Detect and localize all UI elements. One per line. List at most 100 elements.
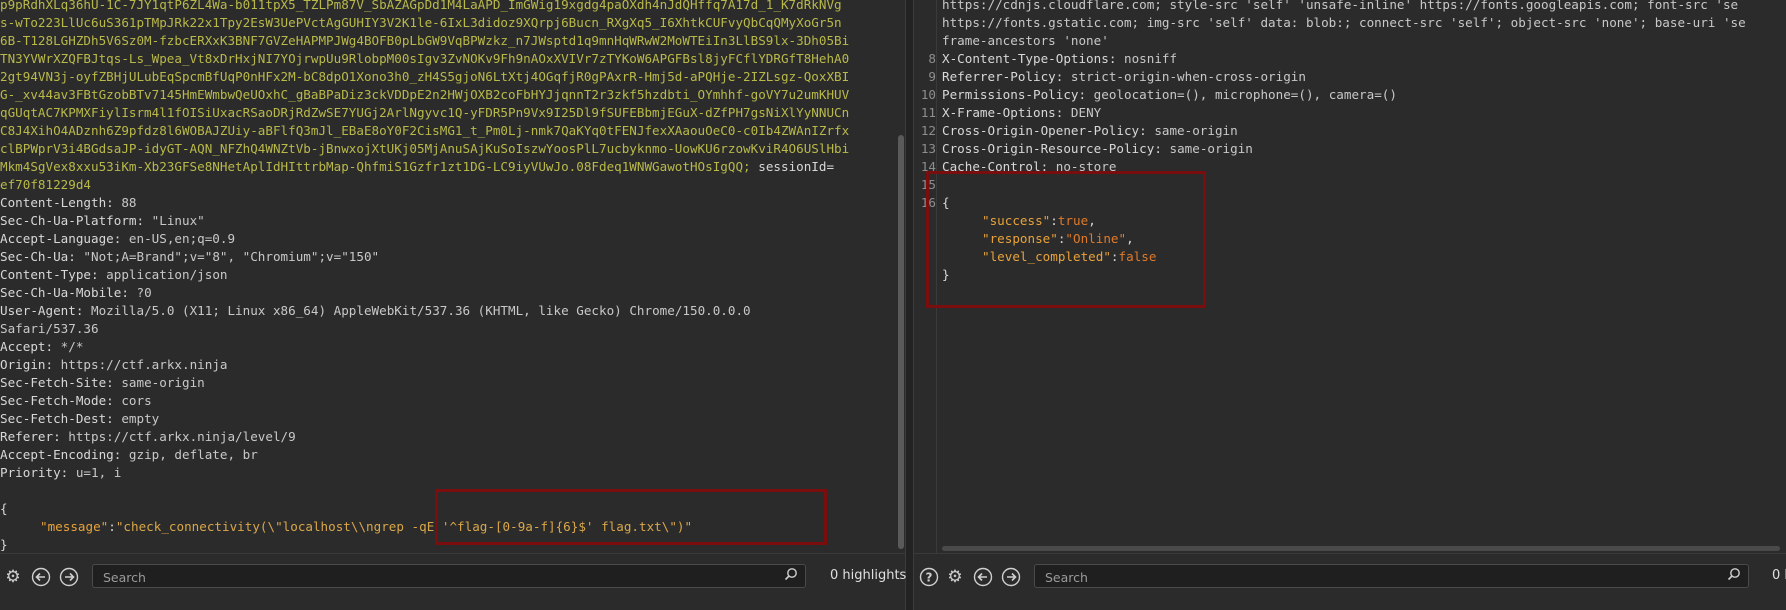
search-icon[interactable] [1726, 567, 1742, 585]
header-line: Sec-Ch-Ua-Platform: "Linux" [0, 213, 205, 228]
header-value: DENY [1070, 105, 1102, 120]
header-name: User-Agent [0, 303, 76, 318]
header-value: same-origin [1154, 123, 1238, 138]
arrow-left-icon[interactable] [31, 567, 51, 587]
header-name: Accept-Encoding [0, 447, 114, 462]
line-text: frame-ancestors 'none' [942, 32, 1109, 50]
line-number: 12 [920, 123, 936, 138]
header-line: Sec-Ch-Ua-Mobile: ?0 [0, 285, 152, 300]
arrow-left-icon[interactable] [973, 567, 993, 587]
header-name: X-Content-Type-Options [942, 51, 1109, 66]
highlight-box-request [435, 489, 827, 545]
response-search-box [1034, 564, 1749, 588]
header-line: Origin: https://ctf.arkx.ninja [0, 357, 228, 372]
header-name: X-Frame-Options [942, 105, 1056, 120]
cookie-line: clBPWprV3i4BGdsaJP-idyGT-AQN_NFZhQ4WNZtV… [0, 140, 905, 158]
response-header-line: 13 Cross-Origin-Resource-Policy: same-ori… [914, 140, 1786, 158]
pane-splitter[interactable] [905, 0, 914, 610]
request-search-input[interactable] [101, 567, 777, 587]
header-name: Cross-Origin-Resource-Policy [942, 141, 1155, 156]
request-search-box [92, 564, 806, 588]
header-name: Sec-Ch-Ua-Platform [0, 213, 137, 228]
response-search-input[interactable] [1043, 567, 1720, 587]
highlight-box-response [926, 171, 1206, 308]
response-highlight-count: 0 h [1772, 568, 1786, 583]
header-name: Referer [0, 429, 54, 444]
cookie-line: 6B-T128LGHZDh5V6Sz0M-fzbcERXxK3BNF7GVZeH… [0, 32, 905, 50]
header-value: empty [121, 411, 160, 426]
json-brace: } [0, 537, 8, 552]
session-id-line: ef70f81229d4 [0, 176, 905, 194]
cookie-token: s-wTo223LlUc6uS361pTMpJRk22x1Tpy2EsW3UeP… [0, 15, 842, 30]
line-number: 13 [920, 141, 936, 156]
header-value: https://ctf.arkx.ninja/level/9 [68, 429, 296, 444]
cookie-token: TN3YVWrXZQFBJtqs-Ls_Wpea_Vt8xDrHxjNI7YOj… [0, 51, 850, 66]
header-line: Referer: https://ctf.arkx.ninja/level/9 [0, 429, 296, 444]
header-name: Sec-Ch-Ua [0, 249, 69, 264]
line-text: X-Content-Type-Options: nosniff [942, 51, 1178, 66]
header-name: Sec-Fetch-Mode [0, 393, 107, 408]
header-value: cors [121, 393, 152, 408]
csp-line: frame-ancestors 'none' [914, 32, 1786, 50]
response-header-line: 9 Referrer-Policy: strict-origin-when-cro… [914, 68, 1786, 86]
header-name: Priority [0, 465, 61, 480]
cookie-token: C8J4XihO4ADznh6Z9pfdz8l6WOBAJZUiy-aBFlfQ… [0, 123, 850, 138]
header-line: Content-Type: application/json [0, 267, 228, 282]
arrow-right-icon[interactable] [59, 567, 79, 587]
gear-icon[interactable]: ⚙ [945, 567, 965, 587]
request-editor[interactable]: p9pRdhXLq36hU-1C-7JY1qtP6ZL4Wa-b011tpX5_… [0, 0, 905, 553]
request-vertical-scrollbar[interactable] [898, 135, 904, 549]
header-value: Safari/537.36 [0, 321, 99, 336]
header-line: User-Agent: Mozilla/5.0 (X11; Linux x86_… [0, 303, 751, 318]
csp-line: https://cdnjs.cloudflare.com; style-src … [914, 0, 1786, 14]
arrow-right-icon[interactable] [1001, 567, 1021, 587]
line-number: 10 [920, 87, 936, 102]
cookie-line: TN3YVWrXZQFBJtqs-Ls_Wpea_Vt8xDrHxjNI7YOj… [0, 50, 905, 68]
header-line: Priority: u=1, i [0, 465, 122, 480]
response-editor[interactable]: https://cdnjs.cloudflare.com; style-src … [914, 0, 1786, 553]
header-name: Origin [0, 357, 46, 372]
cookie-token: clBPWprV3i4BGdsaJP-idyGT-AQN_NFZhQ4WNZtV… [0, 141, 850, 156]
header-name: Accept [0, 339, 46, 354]
header-line: Sec-Fetch-Site: same-origin [0, 375, 205, 390]
header-value: https://ctf.arkx.ninja [60, 357, 228, 372]
response-horizontal-scrollbar[interactable] [942, 546, 1780, 551]
header-value: en-US,en;q=0.9 [128, 231, 236, 246]
session-id-value: ef70f81229d4 [0, 177, 91, 192]
gear-icon[interactable]: ⚙ [3, 567, 23, 587]
json-brace: { [0, 501, 8, 516]
header-line: Sec-Fetch-Dest: empty [0, 411, 160, 426]
response-header-line: 10 Permissions-Policy: geolocation=(), mi… [914, 86, 1786, 104]
header-name: Sec-Ch-Ua-Mobile [0, 285, 122, 300]
header-name: Accept-Language [0, 231, 114, 246]
user-agent-continuation: Safari/537.36 [0, 320, 905, 338]
request-highlight-count: 0 highlights [830, 568, 907, 583]
header-value: 88 [121, 195, 137, 210]
header-name: Cross-Origin-Opener-Policy [942, 123, 1140, 138]
cookie-token: qGUqtAC7KPMXFiylIsrm4l1fOISiUxacRSaoDRjR… [0, 105, 850, 120]
request-search-bar: ⚙ 0 highlights [0, 553, 907, 599]
svg-text:?: ? [926, 571, 933, 585]
search-icon[interactable] [783, 567, 799, 585]
cookie-line: C8J4XihO4ADznh6Z9pfdz8l6WOBAJZUiy-aBFlfQ… [0, 122, 905, 140]
header-value: same-origin [1169, 141, 1253, 156]
header-value: geolocation=(), microphone=(), camera=() [1093, 87, 1397, 102]
header-name: Sec-Fetch-Dest [0, 411, 107, 426]
header-value: ?0 [136, 285, 152, 300]
cookie-line: G-_xv44av3FBtGzobBTv7145HmEWmbwQeUOxhC_g… [0, 86, 905, 104]
header-value: application/json [106, 267, 228, 282]
cookie-token: 6B-T128LGHZDh5V6Sz0M-fzbcERXxK3BNF7GVZeH… [0, 33, 850, 48]
cookie-line: p9pRdhXLq36hU-1C-7JY1qtP6ZL4Wa-b011tpX5_… [0, 0, 905, 14]
header-name: Permissions-Policy [942, 87, 1079, 102]
line-text: https://cdnjs.cloudflare.com; style-src … [942, 0, 1738, 14]
header-value: "Linux" [151, 213, 205, 228]
line-number: 9 [928, 69, 936, 84]
line-text: Permissions-Policy: geolocation=(), micr… [942, 87, 1397, 102]
header-value: */* [60, 339, 84, 354]
header-value: u=1, i [75, 465, 122, 480]
header-value: same-origin [121, 375, 205, 390]
cookie-line: s-wTo223LlUc6uS361pTMpJRk22x1Tpy2EsW3UeP… [0, 14, 905, 32]
help-icon[interactable]: ? [919, 567, 939, 587]
json-key: "message" [40, 519, 109, 534]
header-name: Referrer-Policy [942, 69, 1056, 84]
